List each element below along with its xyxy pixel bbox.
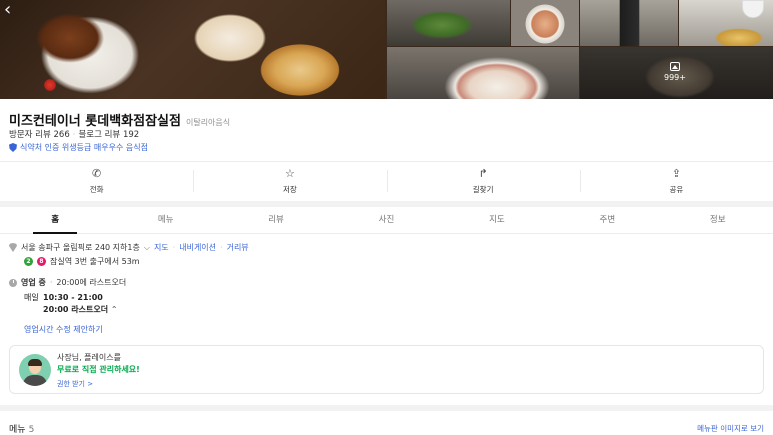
last-order-note: 20:00에 라스트오더 <box>56 278 127 287</box>
menu-title: 메뉴 <box>9 425 26 435</box>
review-counts: 방문자 리뷰 266 · 블로그 리뷰 192 <box>9 130 140 140</box>
subway-line-badge: 2 <box>24 257 33 266</box>
photo-thumb[interactable] <box>387 0 510 46</box>
suggest-hours-edit-link[interactable]: 영업시간 수정 제안하기 <box>24 324 103 335</box>
tab-bar: 홈 메뉴 리뷰 사진 지도 주변 정보 <box>0 207 773 234</box>
share-icon: ⇪ <box>671 166 681 180</box>
street-view-link[interactable]: 거리뷰 <box>227 242 249 253</box>
photo-thumb[interactable] <box>511 0 579 46</box>
owner-card-headline: 무료로 직접 관리하세요! <box>57 365 140 374</box>
hygiene-badge[interactable]: 식약처 인증 위생등급 매우우수 음식점 <box>9 142 148 153</box>
subway-row: 2 8 잠실역 3번 출구에서 53m <box>24 256 140 267</box>
chevron-up-icon[interactable]: ⌃ <box>111 305 118 314</box>
tab-home[interactable]: 홈 <box>0 207 110 234</box>
clock-icon <box>9 278 17 287</box>
hours-detail: 매일 10:30 - 21:00 20:00 라스트오더 ⌃ <box>24 292 118 316</box>
photo-thumb[interactable] <box>580 0 678 46</box>
owner-promo-card[interactable]: 사장님, 플레이스를 무료로 직접 관리하세요! 권한 받기 > <box>9 345 764 394</box>
subway-text: 잠실역 3번 출구에서 53m <box>50 257 140 266</box>
star-icon: ☆ <box>284 166 295 180</box>
menu-image-link[interactable]: 메뉴판 이미지로 보기 <box>697 423 764 434</box>
tab-map[interactable]: 지도 <box>442 207 552 233</box>
hours-day: 매일 <box>24 293 39 302</box>
chevron-down-icon[interactable]: ⌵ <box>144 243 150 253</box>
save-button[interactable]: ☆ 저장 <box>193 162 386 200</box>
tab-info[interactable]: 정보 <box>663 207 773 233</box>
menu-section-header: 메뉴 5 <box>9 422 34 435</box>
directions-button[interactable]: ↱ 길찾기 <box>386 162 580 200</box>
photo-gallery[interactable]: 999+ <box>0 0 773 99</box>
address-row: 서울 송파구 올림픽로 240 지하1층 ⌵ 지도 · 내비게이션 · 거리뷰 <box>9 242 249 253</box>
phone-icon: ✆ <box>92 166 102 180</box>
hours-last-order: 20:00 라스트오더 <box>43 305 109 314</box>
blog-reviews-link[interactable]: 블로그 리뷰 192 <box>78 130 139 140</box>
image-icon <box>670 62 680 71</box>
tab-reviews[interactable]: 리뷰 <box>221 207 331 233</box>
tab-menu[interactable]: 메뉴 <box>110 207 220 233</box>
place-header: 미즈컨테이너 롯데백화점잠실점 이탈리아음식 <box>9 110 230 129</box>
tab-photos[interactable]: 사진 <box>331 207 441 233</box>
directions-icon: ↱ <box>478 166 488 180</box>
photo-thumb[interactable] <box>387 47 579 99</box>
hours-status-row[interactable]: 영업 중 · 20:00에 라스트오더 <box>9 277 126 288</box>
tab-nearby[interactable]: 주변 <box>552 207 662 233</box>
map-link[interactable]: 지도 <box>154 242 169 253</box>
photo-main[interactable] <box>0 0 385 99</box>
visitor-reviews-link[interactable]: 방문자 리뷰 266 <box>9 130 70 140</box>
hours-time: 10:30 - 21:00 <box>43 293 103 302</box>
share-button[interactable]: ⇪ 공유 <box>579 162 773 200</box>
menu-count: 5 <box>28 425 35 435</box>
shield-icon <box>9 143 17 152</box>
owner-card-title: 사장님, 플레이스를 <box>57 353 121 362</box>
map-pin-icon <box>9 243 17 252</box>
navigation-link[interactable]: 내비게이션 <box>179 242 216 253</box>
address-text: 서울 송파구 올림픽로 240 지하1층 <box>21 243 140 252</box>
call-button[interactable]: ✆ 전화 <box>0 162 193 200</box>
place-name: 미즈컨테이너 롯데백화점잠실점 <box>9 114 181 129</box>
back-arrow-icon[interactable]: ‹ <box>4 1 18 19</box>
section-divider <box>0 405 773 411</box>
owner-illustration <box>19 354 51 386</box>
get-permission-link[interactable]: 권한 받기 > <box>57 379 140 389</box>
place-category: 이탈리아음식 <box>185 118 231 127</box>
subway-line-badge: 8 <box>37 257 46 266</box>
action-bar: ✆ 전화 ☆ 저장 ↱ 길찾기 ⇪ 공유 <box>0 162 773 200</box>
open-status: 영업 중 <box>21 278 46 287</box>
photo-count[interactable]: 999+ <box>650 62 700 82</box>
